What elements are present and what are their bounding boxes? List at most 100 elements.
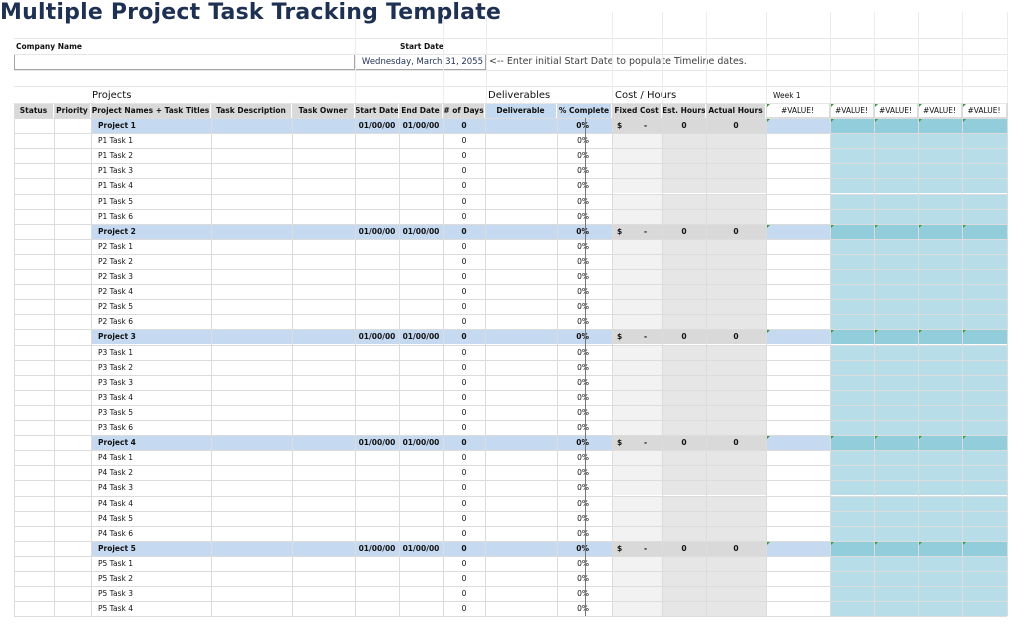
task-row-name[interactable]: P4 Task 1 bbox=[98, 450, 210, 465]
grid-column-line bbox=[830, 103, 831, 617]
task-cost-band bbox=[612, 480, 662, 496]
grid-row-line bbox=[14, 329, 1007, 331]
grid-column-line bbox=[292, 103, 293, 617]
project-actual-hours[interactable]: 0 bbox=[706, 329, 766, 344]
section-projects: Projects bbox=[92, 90, 132, 101]
column-header-start: Start Date bbox=[355, 103, 399, 118]
grid-row-line bbox=[14, 389, 1007, 391]
project-row-name[interactable]: Project 1 bbox=[98, 118, 210, 133]
task-row-name[interactable]: P3 Task 3 bbox=[98, 375, 210, 390]
project-row-name[interactable]: Project 2 bbox=[98, 224, 210, 239]
section-week: Week 1 bbox=[773, 91, 801, 100]
project-est-hours[interactable]: 0 bbox=[662, 118, 706, 133]
project-row-days: 0 bbox=[461, 332, 467, 342]
project-end-date[interactable]: 01/00/00 bbox=[399, 541, 443, 556]
grid-column-line bbox=[91, 103, 92, 617]
task-row-name[interactable]: P4 Task 6 bbox=[98, 526, 210, 541]
grid-row-line bbox=[14, 555, 1007, 557]
project-est-hours[interactable]: 0 bbox=[662, 435, 706, 450]
grid-row-line bbox=[14, 54, 1007, 55]
task-row-name[interactable]: P1 Task 2 bbox=[98, 148, 210, 163]
project-end-date[interactable]: 01/00/00 bbox=[399, 329, 443, 344]
grid-column-line bbox=[557, 103, 558, 617]
task-row-name[interactable]: P4 Task 5 bbox=[98, 511, 210, 526]
project-end-date[interactable]: 01/00/00 bbox=[399, 224, 443, 239]
project-fixed-cost[interactable]: - bbox=[644, 329, 654, 344]
task-row-name[interactable]: P3 Task 1 bbox=[98, 345, 210, 360]
project-start-date[interactable]: 01/00/00 bbox=[355, 329, 399, 344]
task-row-name[interactable]: P1 Task 3 bbox=[98, 163, 210, 178]
section-deliverables: Deliverables bbox=[488, 90, 551, 101]
project-start-date[interactable]: 01/00/00 bbox=[355, 118, 399, 133]
company-name-input[interactable] bbox=[14, 54, 355, 70]
grid-row-line bbox=[14, 223, 1007, 225]
project-actual-hours[interactable]: 0 bbox=[706, 541, 766, 556]
project-fixed-cost[interactable]: - bbox=[644, 435, 654, 450]
task-row-name[interactable]: P1 Task 5 bbox=[98, 194, 210, 209]
task-row-name[interactable]: P4 Task 4 bbox=[98, 496, 210, 511]
column-header-end: End Date bbox=[399, 103, 443, 118]
task-hours-band bbox=[662, 238, 766, 254]
task-row-name[interactable]: P2 Task 3 bbox=[98, 269, 210, 284]
grid-column-line bbox=[766, 12, 767, 103]
task-row-name[interactable]: P2 Task 6 bbox=[98, 314, 210, 329]
project-est-hours[interactable]: 0 bbox=[662, 329, 706, 344]
task-row-name[interactable]: P4 Task 2 bbox=[98, 465, 210, 480]
project-week-band bbox=[766, 329, 830, 345]
task-row-name[interactable]: P1 Task 1 bbox=[98, 133, 210, 148]
task-row-name[interactable]: P1 Task 4 bbox=[98, 178, 210, 193]
task-row-name[interactable]: P5 Task 2 bbox=[98, 571, 210, 586]
project-actual-hours[interactable]: 0 bbox=[706, 118, 766, 133]
project-start-date[interactable]: 01/00/00 bbox=[355, 224, 399, 239]
task-row-name[interactable]: P2 Task 2 bbox=[98, 254, 210, 269]
grid-row-line bbox=[14, 133, 1007, 135]
task-hours-band bbox=[662, 269, 766, 284]
grid-row-line bbox=[14, 238, 1007, 240]
project-row-days: 0 bbox=[461, 543, 467, 553]
task-row-name[interactable]: P5 Task 3 bbox=[98, 586, 210, 601]
task-row-name[interactable]: P3 Task 4 bbox=[98, 390, 210, 405]
task-row-name[interactable]: P3 Task 2 bbox=[98, 360, 210, 375]
task-cost-band bbox=[612, 495, 662, 511]
project-actual-hours[interactable]: 0 bbox=[706, 435, 766, 450]
task-row-name[interactable]: P3 Task 5 bbox=[98, 405, 210, 420]
project-row-name[interactable]: Project 4 bbox=[98, 435, 210, 450]
task-hours-band bbox=[662, 450, 766, 466]
task-row-name[interactable]: P5 Task 4 bbox=[98, 601, 210, 616]
task-row-days: 0 bbox=[461, 392, 467, 402]
start-date-input[interactable]: Wednesday, March 31, 2055 bbox=[355, 54, 486, 70]
project-fixed-cost[interactable]: - bbox=[644, 118, 654, 133]
project-row-name[interactable]: Project 3 bbox=[98, 329, 210, 344]
project-fixed-cost[interactable]: - bbox=[644, 224, 654, 239]
task-hours-band bbox=[662, 495, 766, 511]
task-row-name[interactable]: P3 Task 6 bbox=[98, 420, 210, 435]
project-end-date[interactable]: 01/00/00 bbox=[399, 435, 443, 450]
project-end-date[interactable]: 01/00/00 bbox=[399, 118, 443, 133]
project-row-days: 0 bbox=[461, 226, 467, 236]
project-start-date[interactable]: 01/00/00 bbox=[355, 435, 399, 450]
project-est-hours[interactable]: 0 bbox=[662, 541, 706, 556]
project-start-date[interactable]: 01/00/00 bbox=[355, 541, 399, 556]
grid-row-line bbox=[14, 70, 1007, 71]
project-row-name[interactable]: Project 5 bbox=[98, 541, 210, 556]
task-row-name[interactable]: P5 Task 1 bbox=[98, 556, 210, 571]
task-row-days: 0 bbox=[461, 468, 467, 478]
task-row-name[interactable]: P2 Task 5 bbox=[98, 299, 210, 314]
project-actual-hours[interactable]: 0 bbox=[706, 224, 766, 239]
task-row-name[interactable]: P1 Task 6 bbox=[98, 209, 210, 224]
task-cost-band bbox=[612, 314, 662, 330]
task-cost-band bbox=[612, 178, 662, 194]
grid-row-line bbox=[14, 178, 1007, 180]
task-cost-band bbox=[612, 586, 662, 602]
project-fixed-cost[interactable]: - bbox=[644, 541, 654, 556]
task-row-name[interactable]: P2 Task 1 bbox=[98, 239, 210, 254]
task-row-name[interactable]: P4 Task 3 bbox=[98, 480, 210, 495]
task-hours-band bbox=[662, 359, 766, 375]
task-row-days: 0 bbox=[461, 181, 467, 191]
grid-row-line bbox=[14, 163, 1007, 165]
project-est-hours[interactable]: 0 bbox=[662, 224, 706, 239]
grid-row-line bbox=[14, 344, 1007, 346]
task-row-days: 0 bbox=[461, 483, 467, 493]
task-row-name[interactable]: P2 Task 4 bbox=[98, 284, 210, 299]
timeline-header-cell: #VALUE! bbox=[874, 103, 918, 118]
